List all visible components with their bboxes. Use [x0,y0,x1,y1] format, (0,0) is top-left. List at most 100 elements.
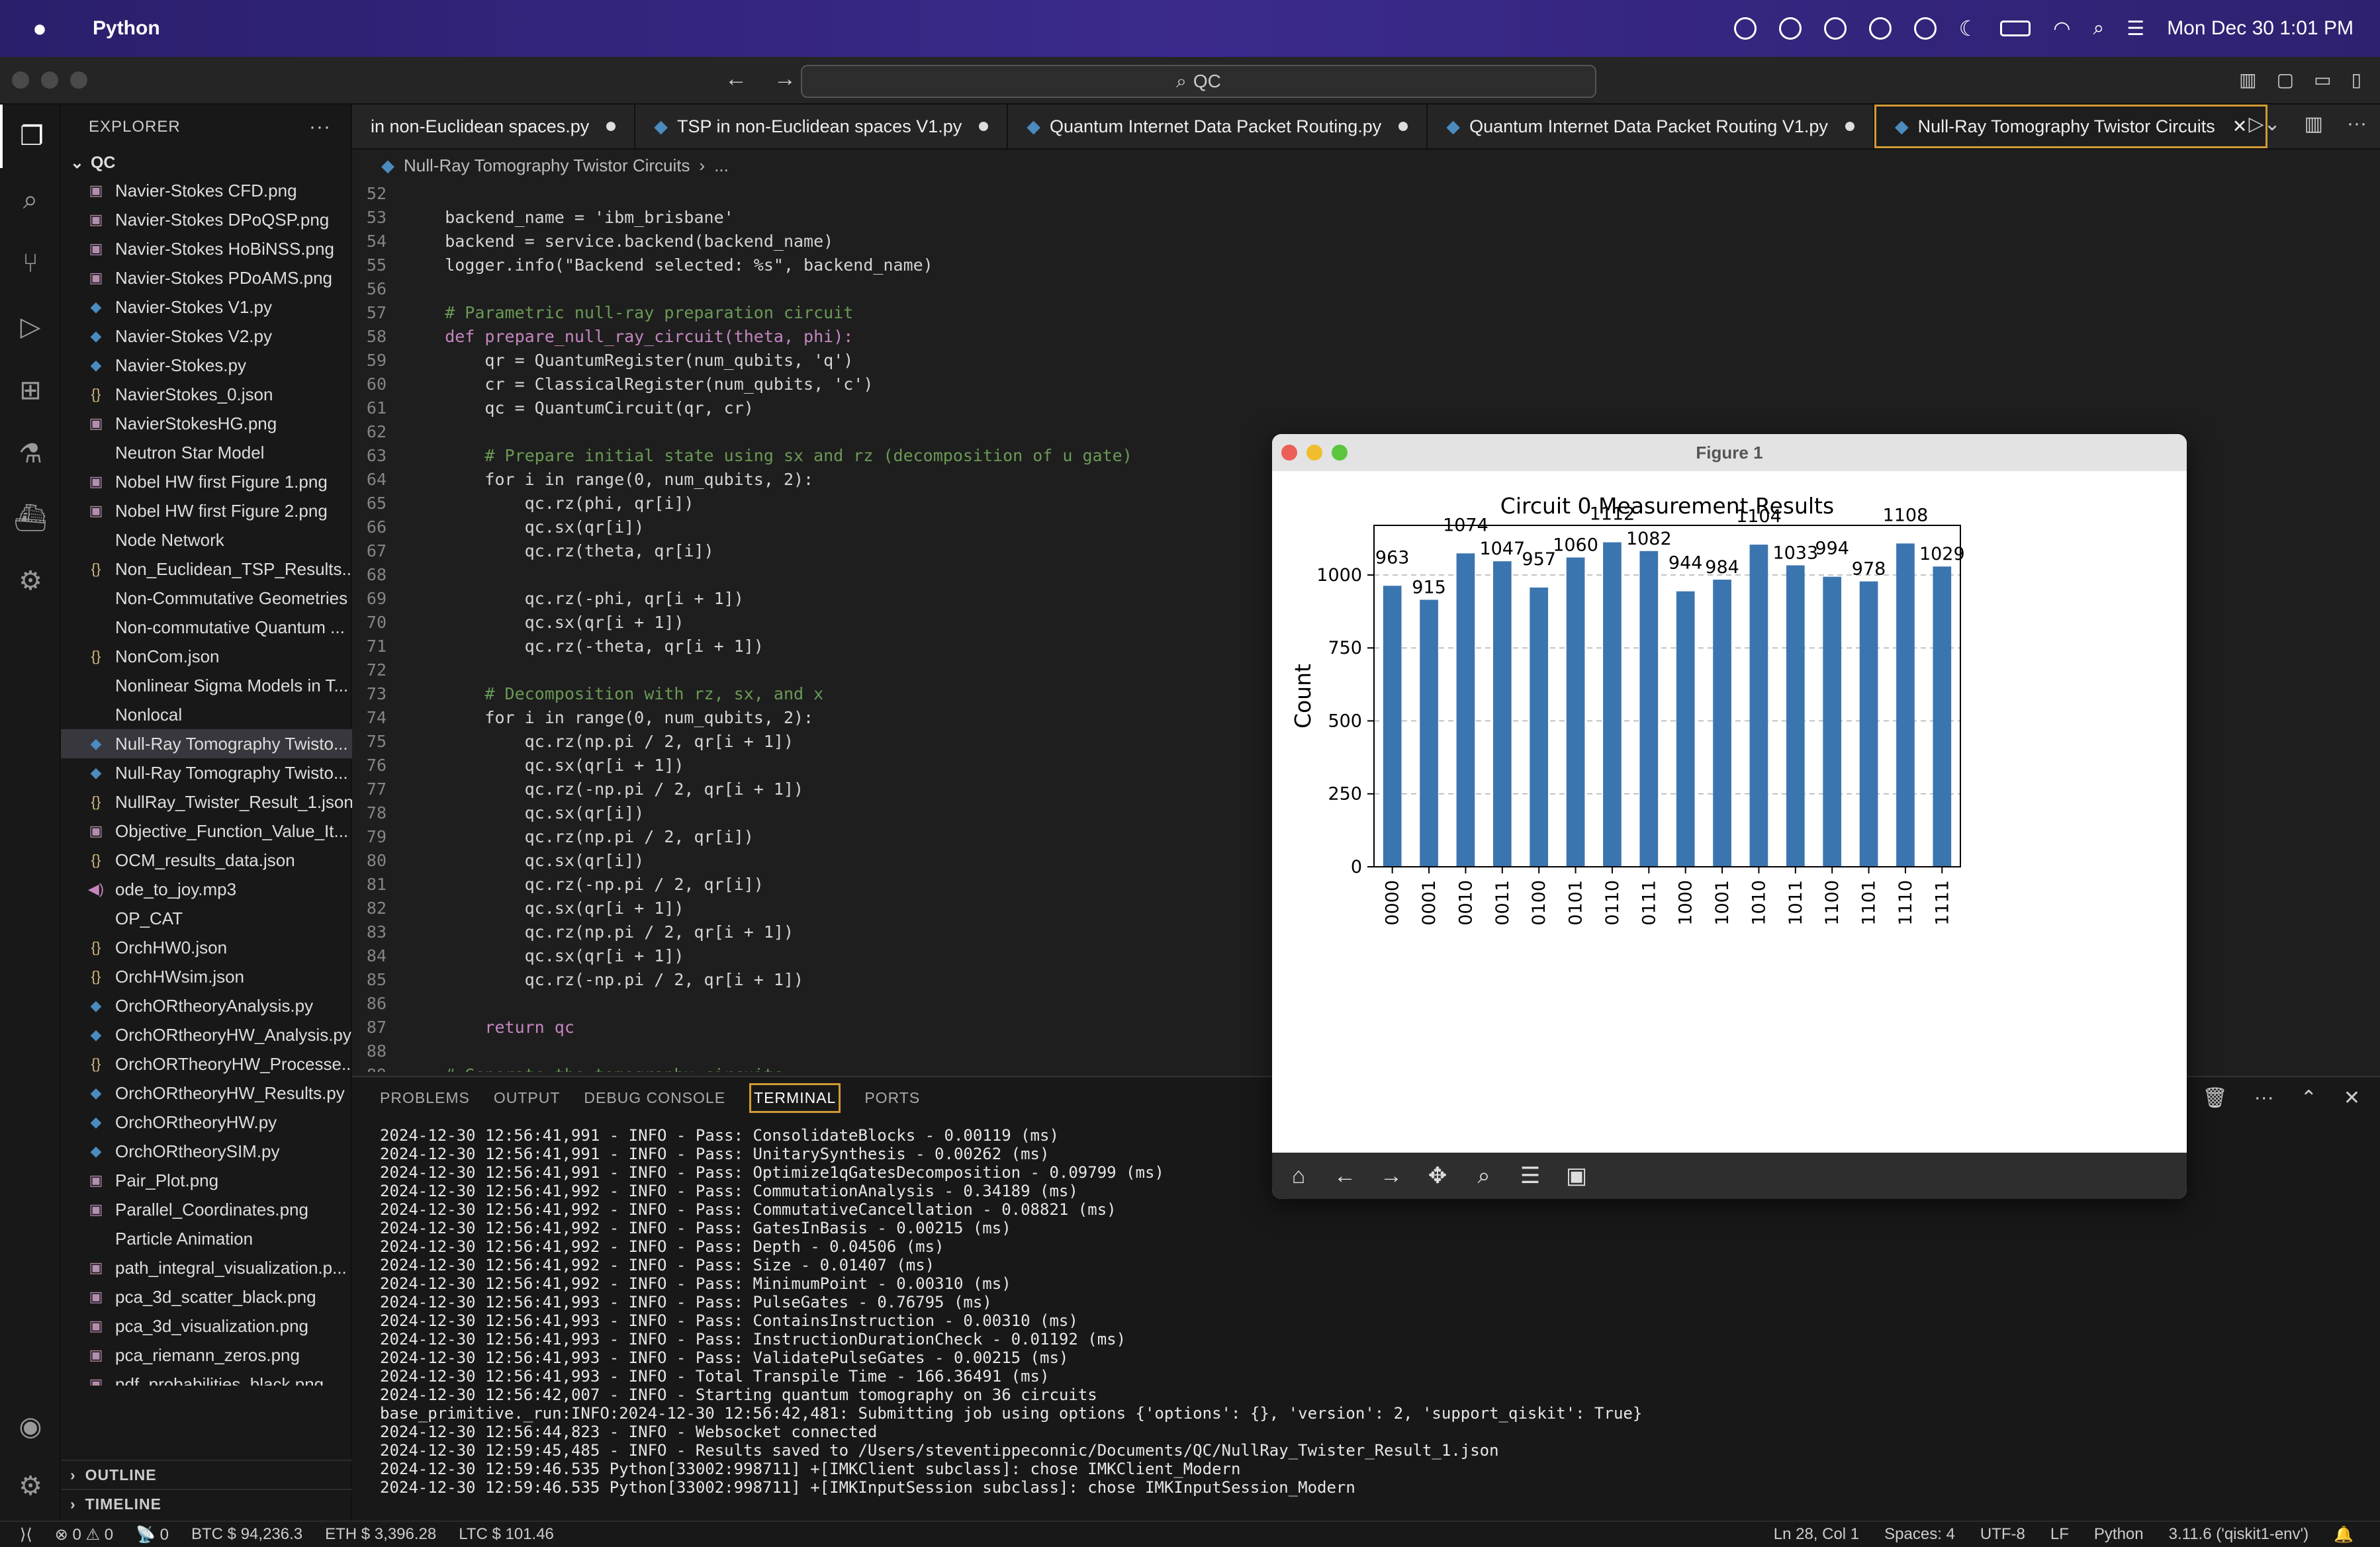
account-icon[interactable]: ◉ [0,1395,61,1458]
close-panel-icon[interactable]: ✕ [2344,1086,2360,1110]
toggle-secondary-sidebar-icon[interactable]: ▯ [2352,69,2361,91]
file-item[interactable]: Node Network [61,525,352,554]
file-item[interactable]: Neutron Star Model [61,438,352,467]
indentation[interactable]: Spaces: 4 [1884,1525,1955,1544]
figure-close-button[interactable] [1281,445,1297,461]
language-mode[interactable]: Python [2094,1525,2144,1544]
file-item[interactable]: {} OCM_results_data.json [61,846,352,875]
workspace-root-folder[interactable]: ⌄ QC [61,150,351,176]
more-actions-icon[interactable]: ··· [309,116,331,138]
editor-tab[interactable]: in non-Euclidean spaces.py [352,105,636,148]
toggle-sidebar-icon[interactable]: ▢ [2277,69,2294,91]
panel-tab[interactable]: PROBLEMS [380,1089,470,1107]
editor-tab[interactable]: ◆ TSP in non-Euclidean spaces V1.py [635,105,1009,148]
manage-gear-icon[interactable]: ⚙ [0,1454,61,1518]
btc-ticker[interactable]: BTC $ 94,236.3 [191,1525,302,1544]
zoom-icon[interactable]: ⌕ [1467,1159,1501,1193]
status-icon[interactable] [1913,17,1937,40]
unsaved-dot-icon[interactable] [979,122,989,131]
ltc-ticker[interactable]: LTC $ 101.46 [459,1525,554,1544]
file-item[interactable]: ◀) ode_to_joy.mp3 [61,875,352,904]
file-item[interactable]: Nonlinear Sigma Models in T... [61,671,352,700]
editor-tab[interactable]: ◆ Quantum Internet Data Packet Routing.py [1008,105,1428,148]
file-item[interactable]: ▣ Parallel_Coordinates.png [61,1195,352,1224]
docker-icon[interactable]: ⛴ [0,486,61,549]
file-item[interactable]: ▣ pca_3d_visualization.png [61,1311,352,1341]
file-item[interactable]: ◆ Navier-Stokes.py [61,351,352,380]
moon-icon[interactable]: ☾ [1959,16,1978,41]
unsaved-dot-icon[interactable] [606,122,616,131]
extensions-icon[interactable]: ⊞ [0,359,61,422]
file-item[interactable]: {} NonCom.json [61,642,352,671]
python-interpreter[interactable]: 3.11.6 ('qiskit1-env') [2169,1525,2309,1544]
file-item[interactable]: ◆ Navier-Stokes V2.py [61,322,352,351]
run-file-icon[interactable]: ▷⌄ [2248,112,2280,136]
apple-menu-icon[interactable]: ● [26,15,53,42]
app-menu-name[interactable]: Python [93,17,160,40]
file-item[interactable]: ▣ path_integral_visualization.p... [61,1253,352,1282]
remote-icon[interactable]: ⟩⟨ [20,1525,32,1544]
file-item[interactable]: ▣ Navier-Stokes HoBiNSS.png [61,234,352,263]
search-icon[interactable]: ⌕ [2093,17,2104,40]
file-item[interactable]: {} Non_Euclidean_TSP_Results.... [61,554,352,584]
testing-icon[interactable]: ⚗ [0,422,61,486]
cursor-position[interactable]: Ln 28, Col 1 [1774,1525,1859,1544]
kill-terminal-icon[interactable]: 🗑 [2203,1086,2228,1110]
end-of-line[interactable]: LF [2050,1525,2069,1544]
unsaved-dot-icon[interactable] [1845,122,1854,131]
panel-tab[interactable]: PORTS [864,1089,920,1107]
file-item[interactable]: ▣ pca_riemann_zeros.png [61,1341,352,1370]
figure-zoom-button[interactable] [1332,445,1348,461]
wifi-icon[interactable]: ◠ [2053,17,2070,40]
battery-icon[interactable] [2000,21,2031,36]
file-item[interactable]: ▣ NavierStokesHG.png [61,409,352,438]
forward-arrow-icon[interactable]: → [774,66,796,92]
window-minimize-button[interactable] [41,71,58,89]
file-item[interactable]: Nonlocal [61,700,352,729]
split-editor-icon[interactable]: ▥ [2305,112,2323,136]
more-actions-icon[interactable]: ··· [2347,112,2367,136]
maximize-panel-icon[interactable]: ⌃ [2301,1086,2317,1110]
file-item[interactable]: Non-Commutative Geometries [61,584,352,613]
file-item[interactable]: ▣ Nobel HW first Figure 2.png [61,496,352,525]
file-item[interactable]: ◆ OrchORtheoryHW_Results.py [61,1079,352,1108]
editor-tab[interactable]: ◆ Null-Ray Tomography Twistor Circuits ✕ [1874,105,2268,148]
breadcrumb-symbol[interactable]: ... [714,155,729,176]
timeline-section[interactable]: › TIMELINE [61,1489,352,1518]
breadcrumb-file[interactable]: Null-Ray Tomography Twistor Circuits [404,155,690,176]
window-zoom-button[interactable] [70,71,87,89]
home-icon[interactable]: ⌂ [1281,1159,1316,1193]
file-item[interactable]: ▣ Nobel HW first Figure 1.png [61,467,352,496]
remote-explorer-icon[interactable]: ⚙ [0,549,61,613]
code-editor[interactable]: 52 53 backend_name = 'ibm_brisbane' 54 bac… [352,181,1272,1073]
control-center-icon[interactable]: ☰ [2127,17,2144,40]
file-item[interactable]: {} NullRay_Twister_Result_1.json [61,787,352,817]
layout-customize-icon[interactable]: ▥ [2239,69,2256,91]
file-item[interactable]: ▣ Navier-Stokes CFD.png [61,176,352,205]
file-item[interactable]: ◆ OrchORtheoryAnalysis.py [61,991,352,1020]
file-item[interactable]: {} OrchHW0.json [61,933,352,962]
file-item[interactable]: ◆ OrchORtheorySIM.py [61,1137,352,1166]
command-center-search[interactable]: ⌕ QC [801,65,1596,98]
window-close-button[interactable] [12,71,29,89]
status-icon[interactable] [1733,17,1757,40]
file-item[interactable]: ◆ Navier-Stokes V1.py [61,292,352,322]
panel-tab[interactable]: OUTPUT [494,1089,561,1107]
eth-ticker[interactable]: ETH $ 3,396.28 [325,1525,436,1544]
more-actions-icon[interactable]: ··· [2254,1086,2274,1110]
figure-window[interactable]: Figure 1 0 250 500 750 1000 963 0000 915 0001 107… [1272,434,2187,1199]
configure-subplots-icon[interactable]: ☰ [1513,1159,1547,1193]
file-item[interactable]: Particle Animation [61,1224,352,1253]
file-item[interactable]: ▣ Navier-Stokes PDoAMS.png [61,263,352,292]
outline-section[interactable]: › OUTLINE [61,1460,352,1489]
menubar-clock[interactable]: Mon Dec 30 1:01 PM [2167,17,2354,40]
file-item[interactable]: ▣ pdf_probabilities_black.png [61,1370,352,1386]
toggle-panel-icon[interactable]: ▭ [2314,69,2331,91]
unsaved-dot-icon[interactable] [1398,122,1408,131]
panel-tab[interactable]: DEBUG CONSOLE [584,1089,725,1107]
back-arrow-icon[interactable]: ← [725,66,747,92]
file-item[interactable]: {} OrchHWsim.json [61,962,352,991]
file-item[interactable]: ▣ Objective_Function_Value_It... [61,817,352,846]
status-icon[interactable] [1823,17,1847,40]
search-icon[interactable]: ⌕ [0,168,61,232]
